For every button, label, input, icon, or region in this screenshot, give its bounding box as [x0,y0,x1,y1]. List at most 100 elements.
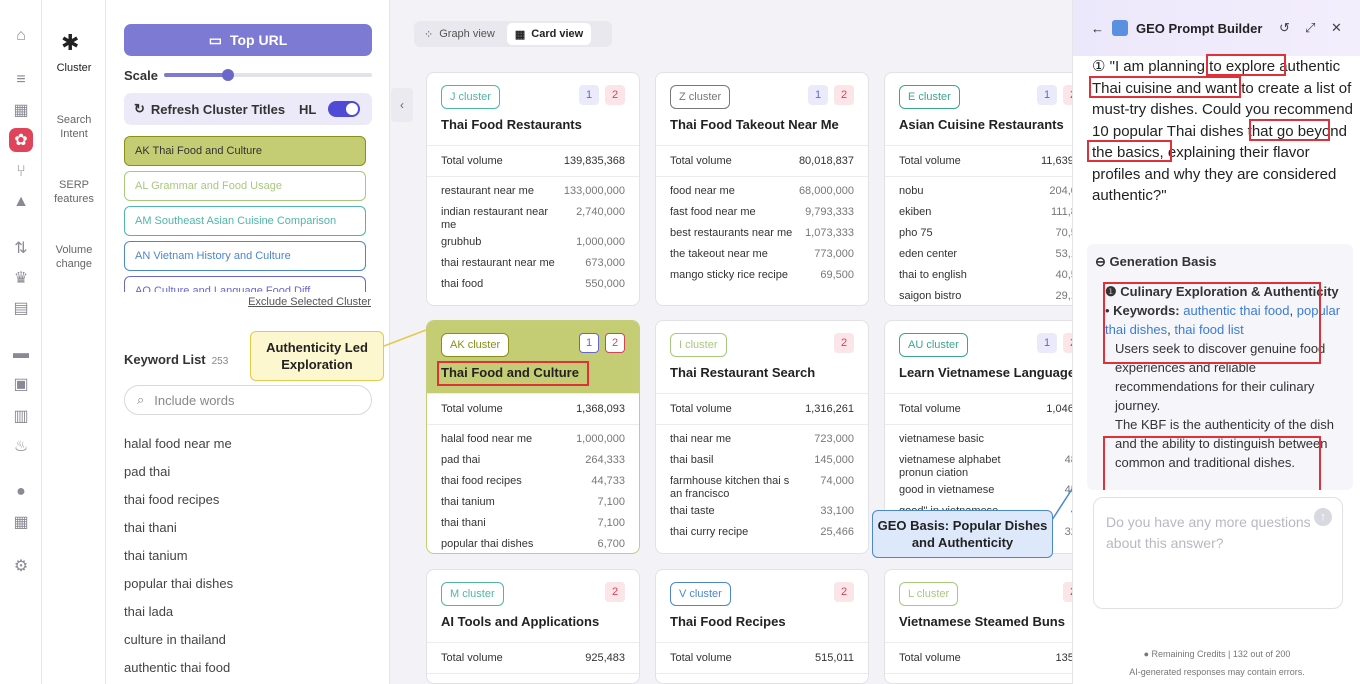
chat-icon[interactable]: ● [9,480,33,504]
expand-icon[interactable]: ⤢ [1305,20,1315,36]
exclude-selected-cluster-link[interactable]: Exclude Selected Cluster [248,296,371,308]
nav-serp-features[interactable]: SERP features [42,178,106,206]
send-arrow-icon[interactable]: ↑ [1314,508,1332,526]
badge-1[interactable]: 1 [808,85,828,105]
scale-slider[interactable] [164,69,372,81]
keyword-list-item[interactable]: thai lada [124,602,372,630]
badge-1[interactable]: 1 [1037,85,1057,105]
cluster-card[interactable]: Z cluster 1 2 Thai Food Takeout Near Me Tota… [655,72,869,306]
keyword-list-item[interactable]: pad thai [124,462,372,490]
graph-view-button[interactable]: ⁘ Graph view [416,23,503,45]
card-view-button[interactable]: ▦ Card view [506,23,592,45]
cluster-card[interactable]: M cluster 2 AI Tools and Applications Total… [426,569,640,684]
keyword-list-item[interactable]: halal food near me [124,434,372,462]
cluster-list-item[interactable]: AK Thai Food and Culture [124,136,366,166]
badge-2[interactable]: 2 [834,85,854,105]
generation-basis-title[interactable]: ⊖ Generation Basis [1095,254,1216,270]
history-icon[interactable]: ↺ [1279,20,1290,36]
badge-2[interactable]: 2 [834,333,854,353]
layout-icon[interactable]: ▤ [9,296,33,320]
refresh-cluster-titles-button[interactable]: ↻ Refresh Cluster Titles HL [124,93,372,125]
keyword-list-item[interactable]: authentic thai food [124,658,372,684]
keyword-row: thai thani 7,100 [441,513,625,534]
top-url-button[interactable]: ▭ Top URL [124,24,372,56]
crown-icon[interactable]: ♛ [9,266,33,290]
title-highlight-box [437,361,589,386]
keyword-volume: 264,333 [585,454,625,466]
keyword-name: ekiben [899,206,932,218]
keyword-row: grubhub 1,000,000 [441,232,625,253]
cluster-tag[interactable]: AU cluster [899,333,968,357]
keyword-list-item[interactable]: culture in thailand [124,630,372,658]
collapse-panel-button[interactable]: ‹ [391,88,413,122]
cluster-list-item[interactable]: AM Southeast Asian Cuisine Comparison [124,206,366,236]
include-words-search[interactable]: ⌕ Include words [124,385,372,415]
badge-2[interactable]: 2 [605,85,625,105]
cluster-list-item[interactable]: AO Culture and Language Food Diff [124,276,366,292]
badge-1[interactable]: 1 [579,85,599,105]
scale-label: Scale [124,68,158,83]
archive-icon[interactable]: ▣ [9,372,33,396]
keyword-list-item[interactable]: popular thai dishes [124,574,372,602]
cluster-tag[interactable]: I cluster [670,333,727,357]
badge-1[interactable]: 1 [579,333,599,353]
folder-icon[interactable]: ▬ [9,342,33,366]
settings-icon[interactable]: ⚙ [9,554,33,578]
card-title: Thai Food Takeout Near Me [670,117,839,132]
badge-2[interactable]: 2 [605,582,625,602]
cluster-tag[interactable]: E cluster [899,85,960,109]
cluster-card[interactable]: L cluster2Vietnamese Steamed BunsTotal v… [884,569,1098,684]
cluster-tag[interactable]: V cluster [670,582,731,606]
keyword-row: ekiben 111,83 [899,202,1083,223]
fire-icon[interactable]: ♨ [9,434,33,458]
close-icon[interactable]: ✕ [1331,20,1342,36]
follow-up-input[interactable]: Do you have any more questions about thi… [1093,497,1343,609]
total-volume-label: Total volume [899,155,961,167]
map-icon[interactable]: ▦ [9,98,33,122]
panel-header: ← GEO Prompt Builder [1073,0,1360,56]
cluster-tag[interactable]: Z cluster [670,85,731,109]
shapes-icon[interactable]: ▲ [9,190,33,214]
keyword-name: thai to english [899,269,967,281]
home-icon[interactable]: ⌂ [9,24,33,48]
credits-text: Remaining Credits | 132 out of 200 [1151,649,1291,659]
keyword-volume: 773,000 [814,248,854,260]
cluster-tag[interactable]: L cluster [899,582,959,606]
cluster-list-item[interactable]: AN Vietnam History and Culture [124,241,366,271]
cluster-card[interactable]: J cluster 1 2 Thai Food Restaurants Total vo… [426,72,640,306]
slider-knob[interactable] [222,69,234,81]
badge-2[interactable]: 2 [834,582,854,602]
keyword-name: vietnamese alphabet pronun ciation [899,454,1001,479]
keyword-list-item[interactable]: thai thani [124,518,372,546]
flow-icon[interactable]: ⑂ [9,160,33,184]
keyword-list-item[interactable]: thai food recipes [124,490,372,518]
follow-up-placeholder: Do you have any more questions about thi… [1106,514,1311,551]
cluster-card[interactable]: I cluster 2 Thai Restaurant Search Total vo… [655,320,869,554]
cluster-list-item[interactable]: AL Grammar and Food Usage [124,171,366,201]
keyword-row: thai food recipes 44,733 [441,471,625,492]
chart-icon[interactable]: ▥ [9,404,33,428]
hl-toggle[interactable] [328,101,360,117]
badge-2[interactable]: 2 [605,333,625,353]
cluster-icon[interactable]: ✿ [9,128,33,152]
grid-icon[interactable]: ▦ [9,510,33,534]
cluster-tag[interactable]: AK cluster [441,333,510,357]
highlight-kbf [1103,436,1321,490]
keyword-rows [885,674,1097,678]
highlight-thai-dishes [1087,140,1172,162]
back-arrow-icon[interactable]: ← [1091,21,1104,36]
cluster-card[interactable]: V cluster 2 Thai Food Recipes Total volume 5… [655,569,869,684]
badge-1[interactable]: 1 [1037,333,1057,353]
collapse-minus-icon: ⊖ [1095,254,1106,269]
search-list-icon[interactable]: ≡ [9,68,33,92]
nav-volume-change[interactable]: Volume change [42,243,106,271]
keyword-row: pad thai 264,333 [441,450,625,471]
nav-cluster[interactable]: Cluster [42,61,106,75]
nav-search-intent[interactable]: Search Intent [42,113,106,141]
cluster-tag[interactable]: M cluster [441,582,504,606]
keyword-list-item[interactable]: thai tanium [124,546,372,574]
cluster-tag[interactable]: J cluster [441,85,500,109]
cluster-card[interactable]: AK cluster 1 2 Thai Food and Culture Total v… [426,320,640,554]
cluster-card[interactable]: E cluster12Asian Cuisine RestaurantsTota… [884,72,1098,306]
sliders-icon[interactable]: ⇅ [9,236,33,260]
